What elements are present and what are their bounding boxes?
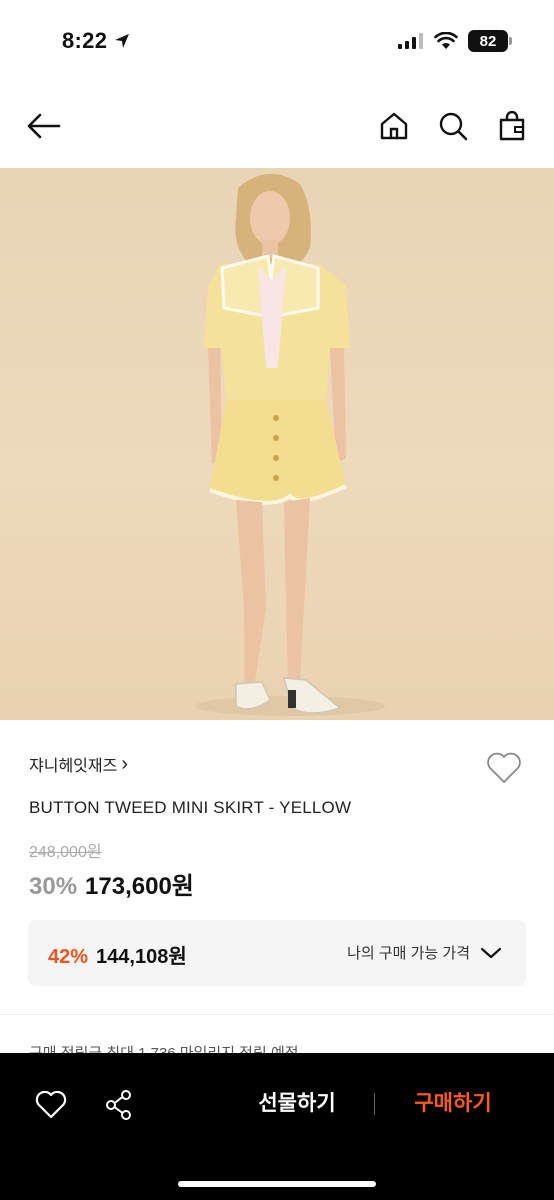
my-discount-rate: 42% [48, 946, 89, 968]
discount-rate: 30% [29, 873, 78, 900]
location-arrow-icon [115, 34, 130, 48]
model-photo [195, 173, 385, 716]
status-bar: 8:22 82 [0, 0, 554, 84]
shopping-bag-icon [499, 111, 525, 141]
my-price-label: 나의 구매 가능 가격 [347, 945, 470, 962]
heart-icon [35, 1091, 67, 1119]
share-icon [106, 1090, 131, 1120]
my-price-values: 42% 144,108원 [48, 940, 187, 969]
my-price-toggle: 나의 구매 가능 가격 [347, 942, 502, 963]
wifi-icon [434, 32, 458, 49]
status-icons: 82 [398, 30, 512, 52]
chevron-right-icon: › [121, 753, 128, 775]
my-price-dropdown[interactable]: 42% 144,108원 나의 구매 가능 가격 [28, 920, 526, 986]
search-icon [439, 112, 468, 141]
original-price: 248,000원 [29, 844, 102, 861]
brand-link[interactable]: 쟈니헤잇재즈 › [29, 752, 128, 776]
gift-button[interactable]: 선물하기 [242, 1087, 352, 1117]
bottom-wishlist-button[interactable] [31, 1085, 71, 1125]
clock-text: 8:22 [62, 28, 108, 53]
price-row: 30% 173,600원 [29, 866, 194, 901]
home-indicator [178, 1181, 376, 1187]
sale-price: 173,600원 [85, 873, 194, 900]
arrow-left-icon [27, 113, 61, 139]
home-icon [380, 112, 408, 140]
cart-button[interactable] [492, 106, 532, 146]
share-button[interactable] [99, 1085, 139, 1125]
top-nav-bar [0, 96, 554, 156]
home-button[interactable] [374, 106, 414, 146]
signal-icon [398, 33, 423, 49]
chevron-down-icon [480, 947, 502, 958]
section-divider [0, 1014, 554, 1015]
battery-level: 82 [479, 32, 497, 50]
product-image[interactable] [0, 168, 554, 720]
back-button[interactable] [24, 106, 64, 146]
product-title: BUTTON TWEED MINI SKIRT - YELLOW [29, 798, 352, 817]
brand-name: 쟈니헤잇재즈 [29, 758, 118, 775]
search-button[interactable] [433, 106, 473, 146]
buy-button[interactable]: 구매하기 [398, 1087, 508, 1117]
bottom-action-bar: 선물하기 구매하기 [0, 1053, 554, 1200]
heart-icon [487, 752, 521, 783]
bottom-bar-divider [374, 1093, 375, 1115]
wishlist-button[interactable] [484, 748, 524, 788]
my-price: 144,108원 [96, 946, 187, 968]
battery-indicator: 82 [468, 30, 512, 52]
status-time: 8:22 [62, 28, 131, 54]
